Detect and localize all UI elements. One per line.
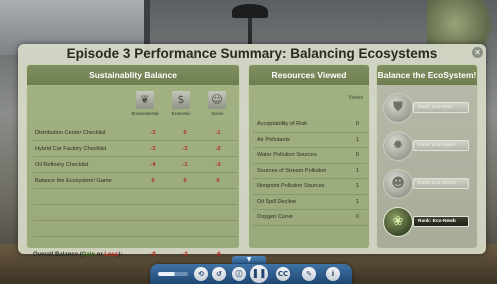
category-economic: $ Economic [163,91,199,116]
economic-value: -1 [182,162,188,168]
social-value: -3 [215,162,221,168]
empty-row [33,205,237,221]
resources-list: Acceptability of Risk 0 Air Pollutants 1 W… [253,117,367,226]
toolbar-collapse-tab[interactable]: ▼ [232,256,266,264]
row-name: Balance the Ecosystem! Game [35,178,112,184]
economic-value: 0 [183,178,187,184]
resource-views: 0 [355,152,359,158]
category-label: Social [211,111,223,116]
people-icon: ☺ [208,91,226,109]
overall-balance-row: Overall Balance (Gain or Loss): -9 -3 -6 [33,248,237,262]
edit-button[interactable]: ✎ [302,267,316,281]
category-social: ☺ Social [199,91,235,116]
overall-label-suffix: ): [118,252,123,258]
empty-row [33,189,237,205]
ranks-panel: Balance the EcoSystem! ⛊ Rank: Eco-Hero … [376,64,478,249]
environmental-value: 0 [151,178,155,184]
sustainability-rows: Distribution Center Checklist -3 0 -1 Hy… [33,125,237,237]
views-column-header: Views [348,95,363,101]
table-row: Balance the Ecosystem! Game 0 0 0 [33,173,237,189]
rank-eco-newb: ❀ Rank: Eco-Newb [383,207,475,237]
pause-button[interactable]: ❚❚ [250,265,268,283]
list-item[interactable]: Sources of Stream Pollution 1 [253,164,367,179]
resource-views: 1 [355,183,359,189]
resource-name: Sources of Stream Pollution [257,167,327,174]
resource-views: 1 [355,167,359,174]
or-label: or [95,252,105,258]
rewind-button[interactable]: ⟲ [194,267,208,281]
list-item[interactable]: Oxygen Curve 0 [253,210,367,226]
background-lamp [232,4,268,18]
environmental-value: -4 [150,162,156,168]
overall-social: -6 [215,252,221,258]
rank-eco-expert: ✹ Rank: Eco-Expert [383,131,475,161]
background-lamp-stem [248,18,252,44]
list-item[interactable]: Nonpoint Pollution Sources 1 [253,179,367,195]
category-icons: ❦ Environmental $ Economic ☺ Social [127,91,237,123]
captions-button[interactable]: CC [276,267,290,281]
social-value: 0 [216,178,220,184]
money-bag-icon: $ [172,91,190,109]
close-icon[interactable]: ✕ [472,47,483,58]
social-value: -2 [215,146,221,152]
environmental-value: -3 [150,130,156,136]
ranks-header: Balance the EcoSystem! [377,65,477,85]
category-label: Environmental [131,111,159,116]
sustainability-panel: Sustainablity Balance ❦ Environmental $ … [26,64,240,258]
list-item[interactable]: Air Pollutants 1 [253,133,367,148]
sustainability-header: Sustainablity Balance [27,65,239,85]
rank-eco-hero: ⛊ Rank: Eco-Hero [383,93,475,123]
economic-value: -3 [182,146,188,152]
resource-views: 0 [355,121,359,127]
rank-eco-citizen: ☻ Rank: Eco-Citizen [383,169,475,199]
rank-eco-newb-button[interactable]: Rank: Eco-Newb [413,216,469,227]
economic-value: 0 [183,130,187,136]
resource-name: Oxygen Curve [257,214,293,220]
list-item[interactable]: Water Pollution Sources 0 [253,148,367,164]
leaf-icon: ❦ [136,91,154,109]
info-button[interactable]: i [326,267,340,281]
list-item[interactable]: Oil Spill Decline 1 [253,195,367,210]
resource-views: 0 [355,214,359,220]
table-row: Hybrid Car Factory Checklist -2 -3 -2 [33,141,237,157]
modal-title: Episode 3 Performance Summary: Balancing… [66,46,438,61]
person-badge-icon: ☻ [383,169,413,199]
overall-label-prefix: Overall Balance ( [33,252,82,258]
resource-name: Water Pollution Sources [257,152,317,158]
shield-badge-icon: ⛊ [383,93,413,123]
rank-eco-hero-button[interactable]: Rank: Eco-Hero [413,102,469,113]
sprout-badge-icon: ❀ [383,207,413,237]
resource-name: Acceptability of Risk [257,121,308,127]
table-row: Oil Refinery Checklist -4 -1 -3 [33,157,237,173]
resource-views: 1 [355,136,359,143]
resource-views: 1 [355,198,359,205]
resources-header: Resources Viewed [249,65,369,85]
category-environmental: ❦ Environmental [127,91,163,116]
empty-row [33,221,237,237]
environmental-value: -2 [150,146,156,152]
category-label: Economic [171,111,191,116]
replay-button[interactable]: ↺ [212,267,226,281]
gain-label: Gain [81,252,96,258]
overall-environmental: -9 [150,252,156,258]
resource-name: Nonpoint Pollution Sources [257,183,325,189]
resource-name: Air Pollutants [257,136,290,143]
performance-summary-modal: Episode 3 Performance Summary: Balancing… [18,44,486,258]
social-value: -1 [215,130,221,136]
info-circle-button[interactable]: ⓘ [232,267,246,281]
gear-badge-icon: ✹ [383,131,413,161]
table-row: Distribution Center Checklist -3 0 -1 [33,125,237,141]
rank-eco-citizen-button[interactable]: Rank: Eco-Citizen [413,178,469,189]
overall-economic: -3 [182,252,188,258]
row-name: Hybrid Car Factory Checklist [35,146,107,152]
row-name: Distribution Center Checklist [35,130,106,136]
row-name: Oil Refinery Checklist [35,162,89,168]
player-toolbar: ⟲ ↺ ⓘ ❚❚ CC ✎ i [150,264,352,284]
resources-panel: Resources Viewed Views Acceptability of … [248,64,370,249]
volume-slider[interactable] [158,272,188,276]
loss-label: Loss [104,252,119,258]
list-item[interactable]: Acceptability of Risk 0 [253,117,367,133]
resource-name: Oil Spill Decline [257,198,297,205]
rank-eco-expert-button[interactable]: Rank: Eco-Expert [413,140,469,151]
